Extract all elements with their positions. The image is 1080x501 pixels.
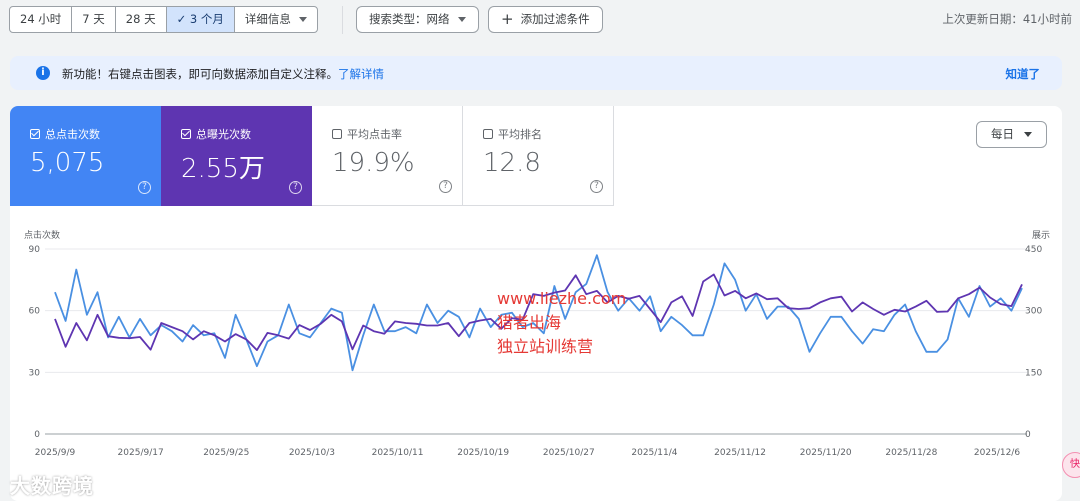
x-tick-label: 2025/11/12 [714, 448, 766, 458]
right-tick-label: 450 [1025, 245, 1042, 255]
date-range-selector: 24 小时 7 天 28 天 ✓ 3 个月 详细信息 [9, 6, 318, 33]
add-filter-button[interactable]: + 添加过滤条件 [488, 6, 603, 33]
x-tick-label: 2025/11/20 [800, 448, 852, 458]
search-type-label: 搜索类型：网络 [369, 12, 450, 26]
info-icon: i [36, 66, 50, 80]
x-tick-label: 2025/11/28 [885, 448, 937, 458]
left-axis-title: 点击次数 [24, 229, 60, 241]
last-updated-text: 上次更新日期：41小时前 [942, 12, 1072, 26]
x-tick-label: 2025/10/11 [372, 448, 424, 458]
watermark-text: www.liezhe.com [497, 289, 626, 308]
performance-card: 总点击次数 5,075 ? 总曝光次数 2.55万 ? 平均点击率 19.9% … [10, 106, 1062, 501]
search-type-dropdown[interactable]: 搜索类型：网络 [356, 6, 479, 33]
range-3m-button[interactable]: ✓ 3 个月 [166, 7, 235, 32]
range-details-label: 详细信息 [244, 12, 291, 26]
chevron-down-icon [457, 17, 466, 22]
banner-message: 新功能！右键点击图表，即可向数据添加自定义注释。了解详情 [62, 66, 384, 82]
range-details-dropdown[interactable]: 详细信息 [235, 7, 317, 32]
x-tick-label: 2025/10/19 [457, 448, 509, 458]
x-tick-label: 2025/12/6 [974, 448, 1020, 458]
chevron-down-icon [298, 17, 307, 22]
right-axis-title: 展示 [1032, 230, 1050, 241]
watermark-text: 猎者出海 [497, 313, 561, 332]
left-tick-label: 0 [34, 430, 40, 440]
x-tick-label: 2025/9/25 [203, 448, 249, 458]
toolbar-divider [342, 6, 343, 34]
range-24h-button[interactable]: 24 小时 [10, 7, 73, 32]
toolbar: 24 小时 7 天 28 天 ✓ 3 个月 详细信息 搜索类型：网络 + 添加过滤… [0, 0, 1080, 40]
x-tick-label: 2025/9/9 [35, 448, 76, 458]
x-tick-label: 2025/9/17 [118, 448, 164, 458]
left-tick-label: 60 [29, 307, 41, 317]
range-7d-button[interactable]: 7 天 [72, 7, 116, 32]
performance-chart[interactable]: 点击次数 展示 90 450 60 300 30 150 0 0 2025/9/9 2025/9/17… [10, 106, 1062, 501]
add-filter-label: 添加过滤条件 [520, 12, 590, 26]
banner-text: 新功能！右键点击图表，即可向数据添加自定义注释。 [62, 67, 338, 81]
left-tick-label: 30 [29, 368, 41, 378]
watermark-text: 独立站训练营 [497, 337, 593, 356]
range-28d-button[interactable]: 28 天 [116, 7, 167, 32]
learn-more-link[interactable]: 了解详情 [338, 67, 384, 81]
right-tick-label: 300 [1025, 307, 1042, 317]
chat-bubble-icon[interactable]: 快 [1062, 452, 1080, 478]
left-tick-label: 90 [29, 245, 41, 255]
dismiss-banner-button[interactable]: 知道了 [1006, 66, 1041, 82]
x-tick-label: 2025/10/3 [289, 448, 335, 458]
right-tick-label: 0 [1025, 430, 1031, 440]
right-tick-label: 150 [1025, 368, 1042, 378]
brand-logo: 大数跨境 [10, 474, 94, 498]
x-tick-label: 2025/11/4 [631, 448, 677, 458]
x-tick-label: 2025/10/27 [543, 448, 595, 458]
plus-icon: + [501, 10, 514, 28]
feature-banner: i 新功能！右键点击图表，即可向数据添加自定义注释。了解详情 知道了 [10, 56, 1062, 90]
